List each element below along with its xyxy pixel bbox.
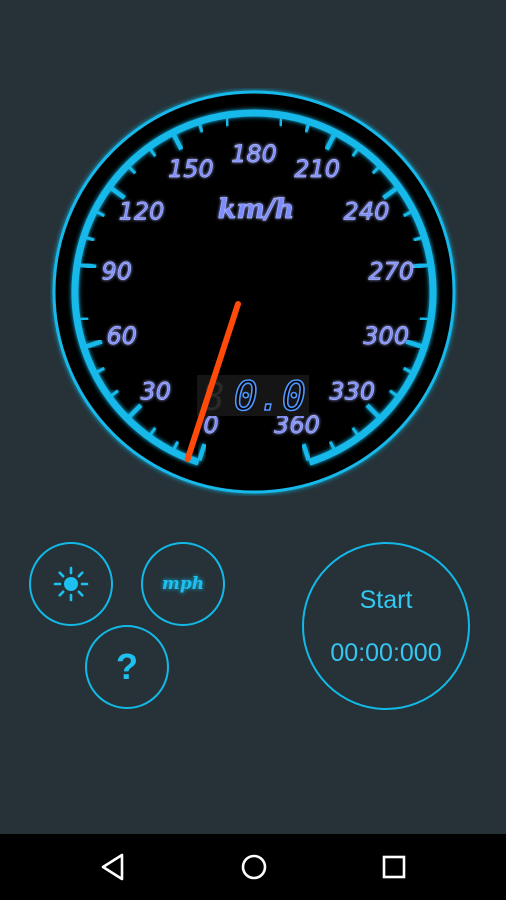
scale-label-150: 150 <box>168 155 214 183</box>
speedometer-dial: 0306090120150180210240270300330360 km/h … <box>52 90 456 494</box>
system-navigation-bar <box>0 834 506 900</box>
minor-tick <box>224 116 230 127</box>
digital-speed-value: 0.0 <box>234 374 306 420</box>
unit-toggle-button[interactable]: mph <box>141 542 225 626</box>
minor-tick <box>278 116 284 127</box>
scale-label-330: 330 <box>329 377 375 405</box>
timer-value: 00:00:000 <box>330 639 442 667</box>
major-tick <box>411 262 430 270</box>
help-button[interactable]: ? <box>85 625 169 709</box>
back-triangle-icon <box>101 853 124 881</box>
major-tick <box>78 262 97 270</box>
unit-toggle-label: mph <box>161 574 205 594</box>
scale-label-120: 120 <box>119 197 165 225</box>
scale-label-300: 300 <box>363 322 409 350</box>
recents-square-icon <box>382 855 406 879</box>
scale-label-30: 30 <box>140 377 171 405</box>
scale-label-240: 240 <box>344 197 390 225</box>
brightness-button[interactable] <box>29 542 113 626</box>
speed-unit-label: km/h <box>218 194 295 225</box>
start-timer-button[interactable]: Start 00:00:000 <box>302 542 470 710</box>
scale-label-60: 60 <box>107 322 138 350</box>
help-label: ? <box>116 646 138 687</box>
speedometer-gauge: 0 30 60 90 120 150 180 210 240 270 300 330 360 km/h … <box>50 88 458 496</box>
minor-tick <box>419 316 430 322</box>
nav-home-button[interactable] <box>236 849 272 885</box>
speedometer-app: 0 30 60 90 120 150 180 210 240 270 300 330 360 km/h … <box>0 0 506 900</box>
scale-label-90: 90 <box>101 257 132 285</box>
minor-tick <box>78 316 89 322</box>
nav-recents-button[interactable] <box>376 849 412 885</box>
scale-label-270: 270 <box>368 257 414 285</box>
scale-label-210: 210 <box>294 155 340 183</box>
start-label: Start <box>359 586 413 614</box>
scale-label-180: 180 <box>231 140 277 168</box>
sun-icon <box>53 566 89 602</box>
home-circle-icon <box>241 854 267 880</box>
nav-back-button[interactable] <box>96 849 132 885</box>
